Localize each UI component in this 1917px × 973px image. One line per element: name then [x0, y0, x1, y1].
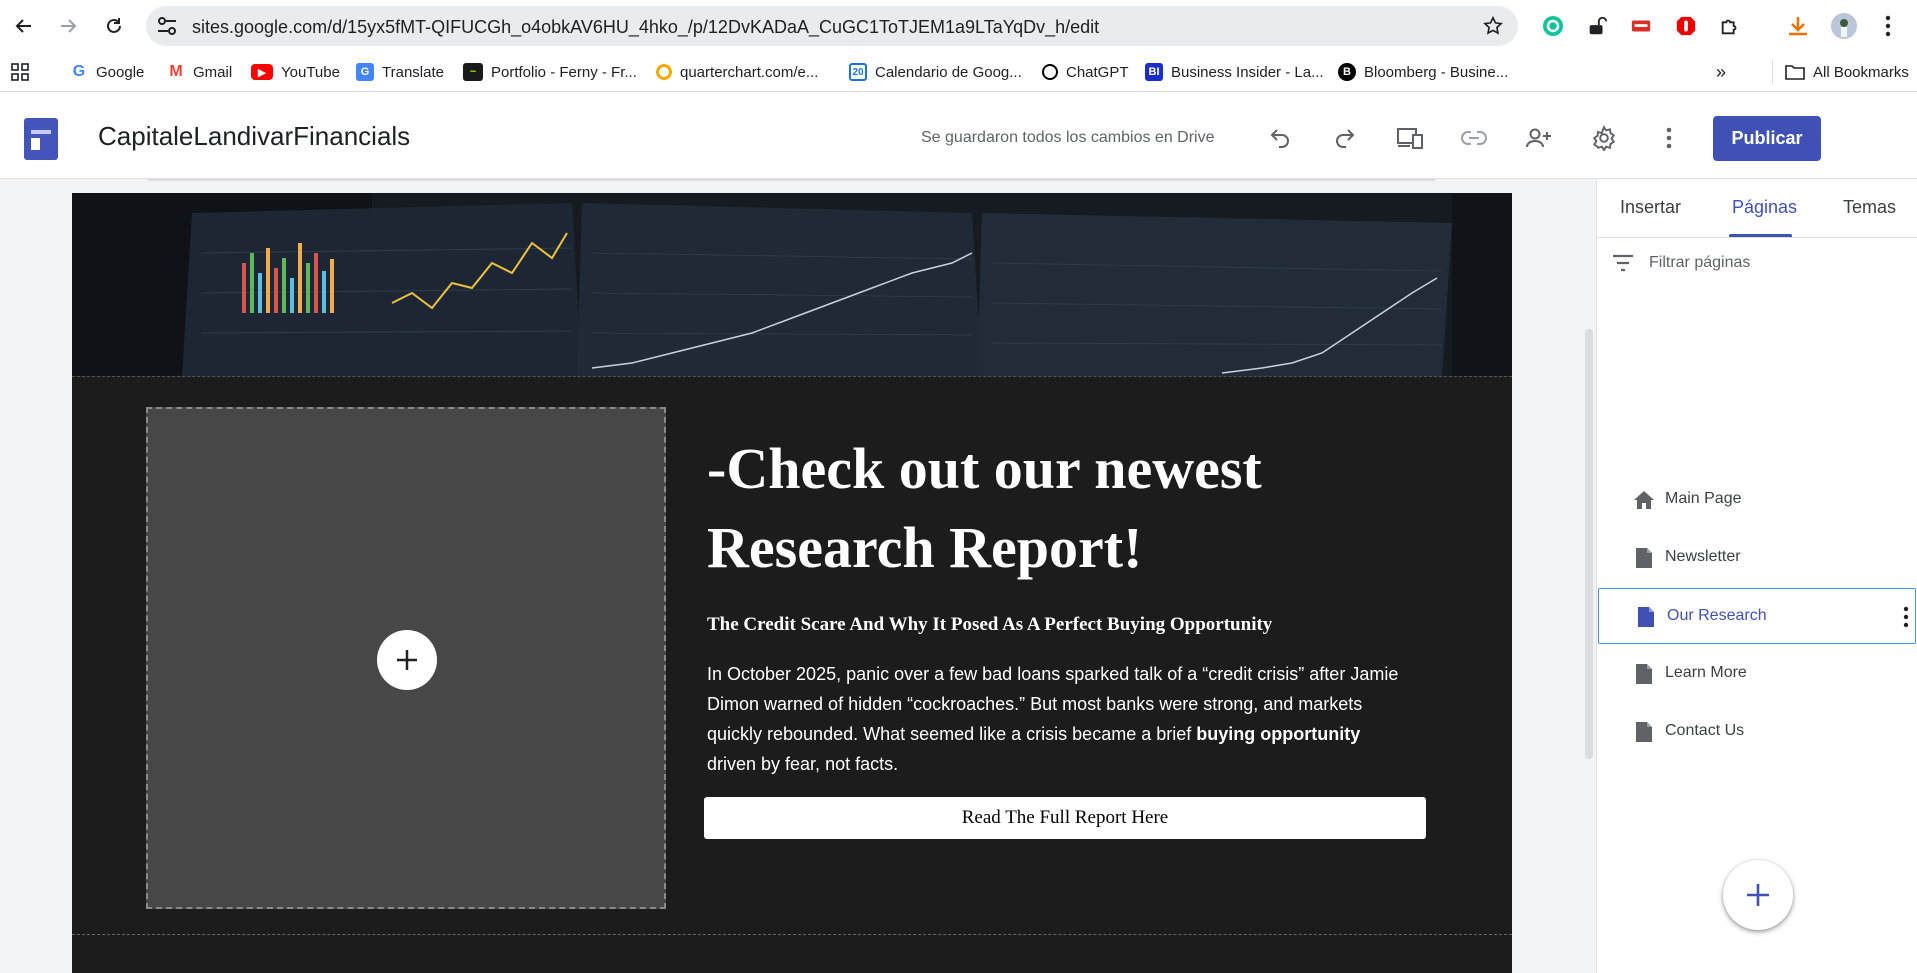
- download-icon[interactable]: [1784, 12, 1812, 40]
- ruler: [148, 179, 1435, 191]
- chatgpt-icon: [1042, 64, 1058, 80]
- bookmark-bloomberg[interactable]: B Bloomberg - Busine...: [1338, 60, 1508, 84]
- extensions-puzzle-icon[interactable]: [1716, 12, 1744, 40]
- home-icon: [1633, 489, 1655, 511]
- url-text: sites.google.com/d/15yx5fMT-QIFUCGh_o4ob…: [192, 17, 1100, 37]
- undo-icon[interactable]: [1263, 121, 1297, 155]
- read-report-button[interactable]: Read The Full Report Here: [704, 797, 1426, 839]
- apps-grid-icon[interactable]: [10, 60, 30, 84]
- extension-red-icon[interactable]: [1627, 12, 1655, 40]
- more-bookmarks-chevron-icon[interactable]: »: [1716, 60, 1726, 84]
- bookmark-gmail[interactable]: M Gmail: [167, 60, 232, 84]
- bookmark-business-insider[interactable]: BI Business Insider - La...: [1145, 60, 1324, 84]
- canvas-scrollbar[interactable]: [1585, 329, 1593, 759]
- report-subheading[interactable]: The Credit Scare And Why It Posed As A P…: [707, 614, 1272, 636]
- sites-header: CapitaleLandivarFinancials Se guardaron …: [0, 97, 1917, 179]
- add-page-button[interactable]: [1723, 860, 1793, 930]
- page-icon: [1635, 606, 1657, 628]
- bookmark-chatgpt[interactable]: ChatGPT: [1042, 60, 1129, 84]
- side-panel: Insertar Páginas Temas Filtrar páginas M…: [1596, 179, 1917, 973]
- quarterchart-icon: [656, 64, 672, 80]
- bookmark-quarterchart[interactable]: quarterchart.com/e...: [656, 60, 818, 84]
- youtube-icon: ▶: [251, 64, 273, 80]
- translate-icon: G: [356, 63, 374, 81]
- report-summary[interactable]: In October 2025, panic over a few bad lo…: [707, 659, 1407, 779]
- preview-devices-icon[interactable]: [1393, 121, 1427, 155]
- plus-icon: [1747, 884, 1769, 906]
- back-button[interactable]: [6, 8, 42, 44]
- tab-paginas[interactable]: Páginas: [1732, 197, 1797, 218]
- all-bookmarks-folder[interactable]: All Bookmarks: [1772, 60, 1909, 84]
- bookmark-star-icon[interactable]: [1482, 15, 1504, 37]
- folder-icon: [1785, 65, 1805, 80]
- site-page: -Check out our newest Research Report! T…: [72, 193, 1512, 973]
- image-placeholder[interactable]: [146, 407, 666, 909]
- add-image-button[interactable]: [377, 630, 437, 690]
- bookmark-calendar[interactable]: 20 Calendario de Goog...: [849, 60, 1022, 84]
- editor-canvas: -Check out our newest Research Report! T…: [0, 179, 1596, 973]
- panel-tabs: Insertar Páginas Temas: [1597, 179, 1917, 238]
- copy-link-icon[interactable]: [1457, 121, 1491, 155]
- portfolio-icon: ~: [463, 63, 483, 81]
- page-item-contact-us[interactable]: Contact Us: [1597, 704, 1917, 760]
- tab-insertar[interactable]: Insertar: [1620, 197, 1681, 218]
- bookmarks-bar: G Google M Gmail ▶ YouTube G Translate ~ Port…: [0, 52, 1917, 92]
- trading-screens-image: [72, 193, 1512, 376]
- plus-icon: [397, 650, 417, 670]
- reload-button[interactable]: [96, 8, 132, 44]
- page-item-our-research[interactable]: Our Research: [1598, 588, 1916, 644]
- bookmark-youtube[interactable]: ▶ YouTube: [251, 60, 340, 84]
- active-tab-indicator: [1729, 234, 1792, 237]
- browser-toolbar: sites.google.com/d/15yx5fMT-QIFUCGh_o4ob…: [0, 0, 1917, 52]
- save-status: Se guardaron todos los cambios en Drive: [921, 129, 1215, 146]
- grammarly-icon[interactable]: [1539, 12, 1567, 40]
- profile-avatar-icon[interactable]: [1830, 12, 1858, 40]
- research-section[interactable]: -Check out our newest Research Report! T…: [72, 377, 1512, 935]
- page-icon: [1633, 547, 1655, 569]
- google-sites-logo-icon[interactable]: [24, 118, 58, 160]
- reload-icon: [107, 18, 121, 33]
- site-title[interactable]: CapitaleLandivarFinancials: [98, 121, 410, 152]
- unlock-icon[interactable]: [1583, 12, 1611, 40]
- publish-button[interactable]: Publicar: [1713, 116, 1821, 161]
- tab-temas[interactable]: Temas: [1843, 197, 1896, 218]
- calendar-icon: 20: [849, 63, 867, 81]
- browser-menu-icon[interactable]: [1874, 12, 1902, 40]
- filter-icon: [1613, 254, 1633, 272]
- page-item-main-page[interactable]: Main Page: [1597, 472, 1917, 528]
- page-item-newsletter[interactable]: Newsletter: [1597, 530, 1917, 586]
- address-bar[interactable]: sites.google.com/d/15yx5fMT-QIFUCGh_o4ob…: [146, 6, 1518, 46]
- banner-image[interactable]: [72, 193, 1512, 377]
- headline[interactable]: -Check out our newest Research Report!: [707, 429, 1347, 587]
- bookmark-google[interactable]: G Google: [70, 60, 144, 84]
- business-insider-icon: BI: [1145, 63, 1163, 81]
- share-add-person-icon[interactable]: [1522, 121, 1556, 155]
- page-icon: [1633, 721, 1655, 743]
- page-icon: [1633, 663, 1655, 685]
- bookmark-translate[interactable]: G Translate: [356, 60, 444, 84]
- google-icon: G: [70, 63, 88, 81]
- back-arrow-icon: [15, 19, 31, 33]
- page-item-learn-more[interactable]: Learn More: [1597, 646, 1917, 702]
- bloomberg-icon: B: [1338, 63, 1356, 81]
- more-options-icon[interactable]: [1652, 121, 1686, 155]
- gmail-icon: M: [167, 63, 185, 81]
- settings-gear-icon[interactable]: [1587, 121, 1621, 155]
- adblock-icon[interactable]: [1672, 12, 1700, 40]
- page-more-options-icon[interactable]: [1903, 605, 1909, 629]
- forward-arrow-icon: [61, 19, 77, 33]
- forward-button[interactable]: [50, 8, 86, 44]
- bookmark-portfolio[interactable]: ~ Portfolio - Ferny - Fr...: [463, 60, 637, 84]
- redo-icon[interactable]: [1328, 121, 1362, 155]
- site-settings-icon[interactable]: [156, 16, 178, 36]
- filter-pages[interactable]: Filtrar páginas: [1611, 251, 1750, 275]
